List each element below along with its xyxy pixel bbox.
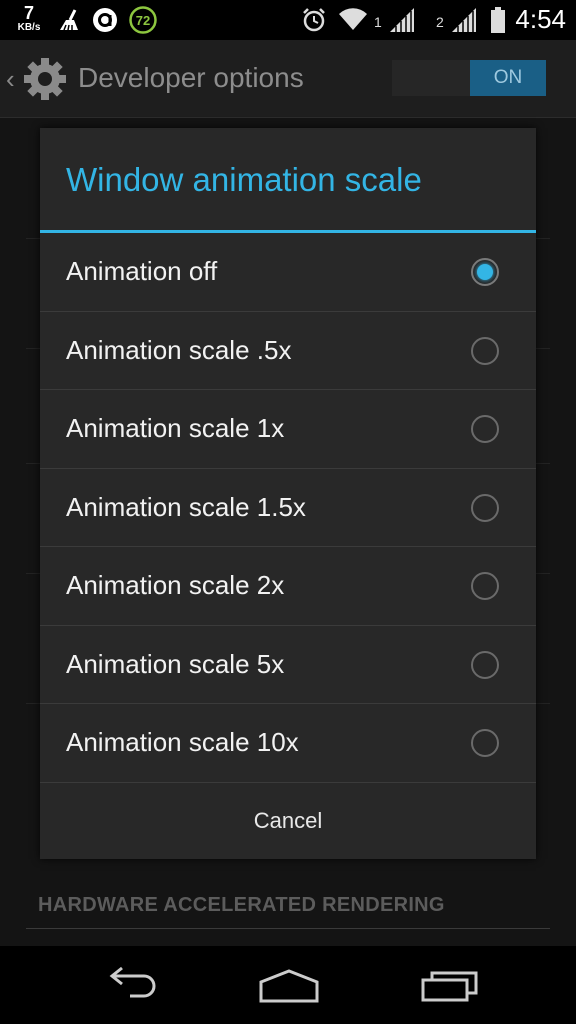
- battery-saver-72-icon: 72: [128, 5, 158, 40]
- radio-button[interactable]: [471, 415, 499, 443]
- option-scale-1-5x[interactable]: Animation scale 1.5x: [40, 469, 536, 547]
- option-label: Animation scale 10x: [66, 727, 299, 757]
- action-bar: ‹ Developer options ON: [0, 40, 576, 118]
- alarm-icon: [300, 6, 328, 39]
- option-label: Animation scale .5x: [66, 334, 292, 365]
- option-scale-1x[interactable]: Animation scale 1x: [40, 390, 536, 469]
- cancel-button[interactable]: Cancel: [40, 782, 536, 859]
- signal-icon: [450, 6, 478, 39]
- radio-button[interactable]: [471, 572, 499, 600]
- circle-a-icon: [92, 7, 118, 38]
- toggle-on-label: ON: [470, 60, 546, 96]
- option-list: Animation off Animation scale .5x Animat…: [40, 233, 536, 783]
- developer-options-toggle[interactable]: ON: [392, 60, 546, 96]
- badge-number: 72: [136, 13, 150, 28]
- network-speed: 7 KB/s: [14, 4, 44, 33]
- sim2-label: 2: [436, 14, 444, 30]
- back-chevron-icon[interactable]: ‹: [6, 64, 15, 95]
- network-speed-unit: KB/s: [17, 22, 41, 33]
- nav-home-icon[interactable]: [258, 968, 320, 1009]
- action-bar-title: Developer options: [78, 62, 304, 93]
- option-animation-off[interactable]: Animation off: [40, 233, 536, 312]
- radio-button-selected[interactable]: [471, 258, 499, 286]
- nav-recents-icon[interactable]: [420, 968, 480, 1007]
- animation-scale-dialog: Window animation scale Animation off Ani…: [40, 128, 536, 859]
- option-label: Animation off: [66, 256, 218, 286]
- battery-icon: [490, 6, 506, 39]
- option-scale-0-5x[interactable]: Animation scale .5x: [40, 312, 536, 390]
- radio-button[interactable]: [471, 493, 499, 522]
- section-header: HARDWARE ACCELERATED RENDERING: [38, 894, 445, 916]
- dialog-title: Window animation scale: [66, 161, 422, 198]
- gear-icon[interactable]: [20, 56, 70, 107]
- option-label: Animation scale 1.5x: [66, 491, 306, 522]
- navigation-bar: [0, 946, 576, 1024]
- wifi-icon: [338, 6, 368, 37]
- nav-back-icon[interactable]: [100, 966, 158, 1011]
- radio-button[interactable]: [471, 336, 499, 365]
- radio-button[interactable]: [471, 650, 499, 679]
- status-bar: 7 KB/s 72 1 2 4:54: [0, 0, 576, 40]
- option-label: Animation scale 2x: [66, 570, 285, 600]
- option-scale-2x[interactable]: Animation scale 2x: [40, 547, 536, 626]
- option-scale-5x[interactable]: Animation scale 5x: [40, 626, 536, 704]
- option-label: Animation scale 1x: [66, 413, 285, 443]
- option-scale-10x[interactable]: Animation scale 10x: [40, 704, 536, 783]
- radio-button[interactable]: [471, 729, 499, 757]
- broom-icon: [56, 8, 82, 39]
- divider: [26, 928, 550, 929]
- clock: 4:54: [515, 4, 566, 34]
- option-label: Animation scale 5x: [66, 648, 285, 679]
- sim1-label: 1: [374, 14, 382, 30]
- network-speed-value: 7: [23, 3, 34, 23]
- signal-icon: [388, 6, 416, 39]
